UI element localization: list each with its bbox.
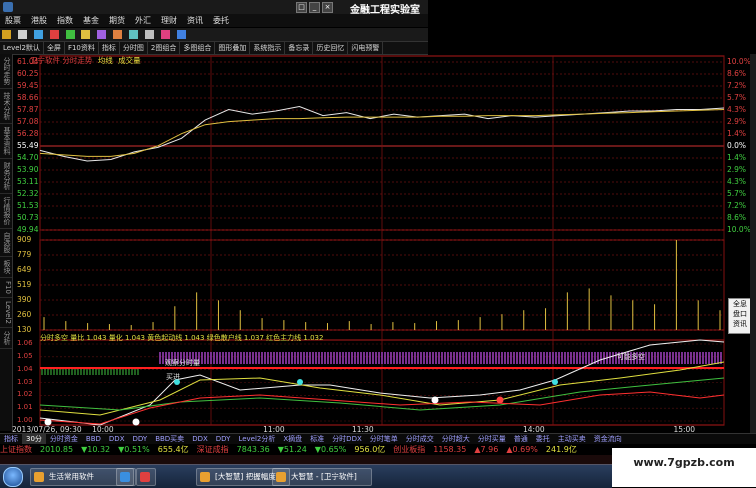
right-info-panel[interactable]: 全息 盘口 资讯 bbox=[728, 298, 752, 334]
signal-marker bbox=[431, 396, 439, 404]
annotation-observe: 观察分时量 bbox=[165, 359, 200, 367]
watermark: www.7gpzb.com bbox=[612, 448, 756, 487]
legend-title: 卫宁软件 分时走势 bbox=[30, 56, 93, 65]
pct-tick-label: 0.0% bbox=[727, 141, 747, 150]
ticker-item-14: 241.9亿 bbox=[545, 445, 577, 454]
ticker-item-10: 创业板指 bbox=[393, 445, 426, 454]
ticker-item-3: ▼0.51% bbox=[118, 445, 150, 454]
legend-volume: 成交量 bbox=[118, 56, 141, 65]
price-tick-label: 55.49 bbox=[17, 141, 39, 150]
indicator-legend: 分时多空 量比 1.043 量化 1.043 黄色起动线 1.043 绿色散户线… bbox=[40, 334, 324, 342]
ticker-item-2: ▼10.32 bbox=[81, 445, 111, 454]
price-tick-label: 60.25 bbox=[17, 69, 39, 78]
ticker-item-6: 7843.36 bbox=[236, 445, 270, 454]
windows-taskbar: 生活常用软件 [大智慧] 把握幅度... 大智慧 - [卫宁软件] bbox=[0, 464, 612, 488]
app-icon bbox=[140, 472, 150, 482]
right-scrollbar[interactable] bbox=[750, 54, 756, 433]
price-tick-label: 50.73 bbox=[17, 213, 39, 222]
indicator-tick-label: 1.06 bbox=[17, 339, 33, 347]
pct-tick-label: 8.6% bbox=[727, 69, 747, 78]
chart-legend: 卫宁软件 分时走势 均线 成交量 bbox=[30, 55, 141, 66]
price-tick-label: 53.90 bbox=[17, 165, 39, 174]
pct-tick-label: 8.6% bbox=[727, 213, 747, 222]
volume-tick-label: 519 bbox=[17, 280, 32, 289]
price-tick-label: 56.28 bbox=[17, 129, 39, 138]
ticker-item-13: ▲0.69% bbox=[506, 445, 538, 454]
start-button[interactable] bbox=[3, 467, 23, 487]
panel-item-zixun[interactable]: 资讯 bbox=[729, 319, 751, 329]
annotation-possible: 可能多空 bbox=[617, 353, 645, 361]
indicator-tick-label: 1.02 bbox=[17, 390, 33, 399]
folder-icon bbox=[34, 472, 44, 482]
ticker-item-11: 1158.35 bbox=[433, 445, 467, 454]
volume-tick-label: 909 bbox=[17, 235, 32, 244]
pct-tick-label: 7.2% bbox=[727, 81, 747, 90]
taskbar-app[interactable] bbox=[136, 468, 156, 486]
price-tick-label: 57.08 bbox=[17, 117, 39, 126]
ticker-item-7: ▼51.24 bbox=[277, 445, 307, 454]
dzh-icon bbox=[200, 472, 210, 482]
pct-tick-label: 5.7% bbox=[727, 93, 747, 102]
indicator-tick-label: 1.03 bbox=[17, 377, 33, 386]
price-tick-label: 51.53 bbox=[17, 201, 39, 210]
pct-tick-label: 4.3% bbox=[727, 105, 747, 114]
ticker-item-9: 956.0亿 bbox=[354, 445, 386, 454]
price-tick-label: 54.70 bbox=[17, 153, 39, 162]
signal-marker bbox=[132, 418, 140, 426]
intraday-chart bbox=[39, 55, 725, 426]
legend-avg: 均线 bbox=[97, 56, 113, 65]
price-tick-label: 59.45 bbox=[17, 81, 39, 90]
pct-tick-label: 7.2% bbox=[727, 201, 747, 210]
price-tick-label: 52.32 bbox=[17, 189, 39, 198]
browser-icon bbox=[120, 472, 130, 482]
ticker-item-5: 深证成指 bbox=[196, 445, 229, 454]
buy-marker bbox=[552, 379, 558, 385]
pct-tick-label: 4.3% bbox=[727, 177, 747, 186]
volume-tick-label: 779 bbox=[17, 250, 32, 259]
taskbar-item-3[interactable]: 大智慧 - [卫宁软件] bbox=[272, 468, 372, 486]
status-strip bbox=[0, 455, 612, 464]
taskbar-ie[interactable] bbox=[116, 468, 136, 486]
pct-tick-label: 2.9% bbox=[727, 165, 747, 174]
signal-marker bbox=[496, 396, 504, 404]
pct-tick-label: 1.4% bbox=[727, 153, 747, 162]
volume-tick-label: 130 bbox=[17, 325, 32, 334]
pct-tick-label: 5.7% bbox=[727, 189, 747, 198]
price-tick-label: 57.87 bbox=[17, 105, 39, 114]
indicator-tick-label: 1.04 bbox=[17, 364, 33, 373]
taskbar-label: 生活常用软件 bbox=[49, 472, 94, 481]
price-tick-label: 58.66 bbox=[17, 93, 39, 102]
ticker-item-1: 2010.85 bbox=[40, 445, 74, 454]
buy-marker bbox=[297, 379, 303, 385]
price-tick-label: 53.11 bbox=[17, 177, 39, 186]
ticker-item-4: 655.4亿 bbox=[157, 445, 189, 454]
panel-item-pankou[interactable]: 盘口 bbox=[729, 309, 751, 319]
indicator-tick-label: 1.00 bbox=[17, 416, 33, 424]
volume-tick-label: 649 bbox=[17, 265, 32, 274]
pct-tick-label: 2.9% bbox=[727, 117, 747, 126]
taskbar-label: 大智慧 - [卫宁软件] bbox=[291, 472, 357, 481]
indicator-tick-label: 1.05 bbox=[17, 351, 33, 360]
annotation-buy: 买进 bbox=[166, 373, 180, 381]
pct-tick-label: 10.0% bbox=[727, 225, 751, 234]
pct-tick-label: 1.4% bbox=[727, 129, 747, 138]
indicator-tick-label: 1.01 bbox=[17, 403, 33, 412]
price-tick-label: 49.94 bbox=[17, 225, 39, 234]
volume-tick-label: 260 bbox=[17, 310, 32, 319]
ticker-item-12: ▲7.96 bbox=[474, 445, 499, 454]
panel-item-quanxi[interactable]: 全息 bbox=[729, 299, 751, 309]
ticker-item-8: ▼0.65% bbox=[314, 445, 347, 454]
volume-tick-label: 390 bbox=[17, 295, 32, 304]
ticker-item-0: 上证指数 bbox=[0, 445, 32, 454]
pct-tick-label: 10.0% bbox=[727, 57, 751, 66]
dzh-icon bbox=[276, 472, 286, 482]
